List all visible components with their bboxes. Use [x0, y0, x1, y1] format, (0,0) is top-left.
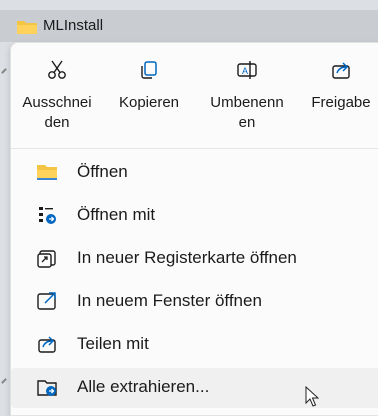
menu-item-label: Alle extrahieren... [77, 377, 210, 396]
share-icon [332, 62, 350, 79]
new-tab-icon [37, 250, 56, 268]
menu-item-open-new-window[interactable]: In neuem Fenster öffnen [11, 282, 378, 322]
window-title: MLInstall [43, 17, 104, 34]
new-window-icon [37, 292, 56, 310]
menu-item-label: Teilen mit [77, 334, 149, 353]
menu-item-label: Öffnen mit [77, 205, 156, 224]
copy-button[interactable]: Kopieren [103, 43, 195, 143]
menu-item-open[interactable]: Öffnen [11, 153, 378, 193]
menu-item-open-with[interactable]: Öffnen mit [11, 196, 378, 236]
rename-label: Umbenenn en [210, 94, 284, 131]
share-button[interactable]: Freigabe [295, 43, 378, 143]
share-icon [38, 336, 56, 353]
background-mark [1, 378, 7, 384]
open-with-icon [39, 207, 56, 224]
menu-divider [11, 148, 378, 149]
cut-label: Ausschnei den [22, 94, 92, 131]
menu-item-label: Öffnen [77, 162, 128, 181]
rename-icon: A [237, 61, 257, 79]
window-titlebar: MLInstall [0, 10, 378, 42]
menu-item-label: In neuer Registerkarte öffnen [77, 248, 297, 267]
svg-text:A: A [242, 66, 248, 76]
folder-icon [37, 165, 57, 180]
menu-item-share-with[interactable]: Teilen mit [11, 325, 378, 365]
background-mark [1, 68, 7, 74]
cut-button[interactable]: Ausschnei den [11, 43, 103, 143]
folder-icon [17, 21, 37, 34]
scissors-icon [48, 60, 66, 79]
context-menu: Ausschnei den Kopieren A Umbenenn en Fre… [10, 42, 378, 416]
menu-item-open-new-tab[interactable]: In neuer Registerkarte öffnen [11, 239, 378, 279]
copy-icon [141, 61, 157, 79]
menu-item-extract-all[interactable]: Alle extrahieren... [11, 368, 378, 408]
share-label: Freigabe [311, 94, 371, 111]
copy-label: Kopieren [118, 94, 180, 111]
extract-icon [37, 380, 57, 396]
menu-item-label: In neuem Fenster öffnen [77, 291, 262, 310]
mouse-cursor-icon [305, 386, 319, 407]
rename-button[interactable]: A Umbenenn en [201, 43, 293, 143]
